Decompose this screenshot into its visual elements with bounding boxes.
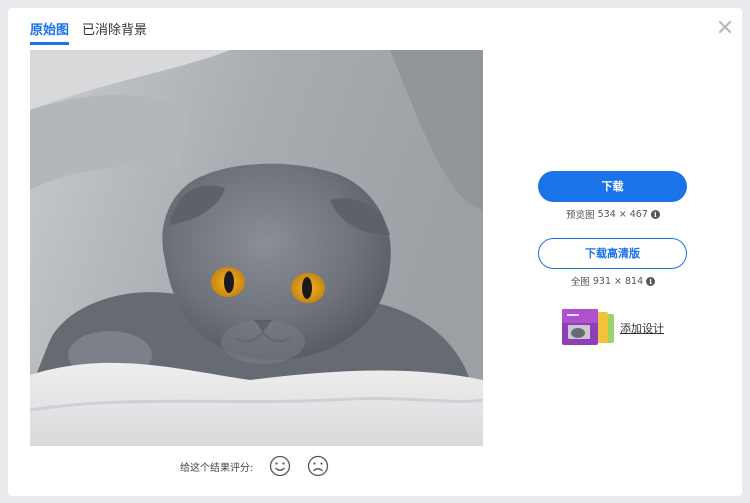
design-thumbnail <box>562 309 618 347</box>
smile-icon[interactable] <box>269 455 291 477</box>
download-button[interactable]: 下载 <box>538 171 687 202</box>
full-size: 931 × 814 <box>592 275 644 287</box>
preview-label: 预览图 <box>566 210 595 221</box>
original-image <box>30 50 483 446</box>
preview-size: 534 × 467 <box>597 208 648 220</box>
download-hd-button[interactable]: 下载高清版 <box>538 238 687 269</box>
full-label: 全图 <box>570 277 590 288</box>
view-tabs: 原始图 已消除背景 <box>30 23 147 45</box>
frown-icon[interactable] <box>307 455 329 477</box>
preview-info: 预览图 534 × 467 i <box>538 207 688 221</box>
rating-label: 给这个结果评分: <box>180 462 254 474</box>
add-design-label[interactable]: 添加设计 <box>620 320 664 336</box>
tab-background-removed[interactable]: 已消除背景 <box>82 23 147 45</box>
info-icon[interactable]: i <box>646 276 656 286</box>
full-info: 全图 931 × 814 i <box>538 274 688 288</box>
info-icon[interactable]: i <box>650 209 660 219</box>
result-dialog: 原始图 已消除背景 给这个结果评分: 下载 预览图 534 × 467 i 下载… <box>8 8 742 496</box>
close-icon[interactable] <box>718 20 732 34</box>
tab-original[interactable]: 原始图 <box>30 23 70 45</box>
download-panel: 下载 预览图 534 × 467 i 下载高清版 全图 931 × 814 i <box>538 171 688 288</box>
add-design-link[interactable]: 添加设计 <box>562 309 664 347</box>
rating-bar: 给这个结果评分: <box>180 455 339 477</box>
